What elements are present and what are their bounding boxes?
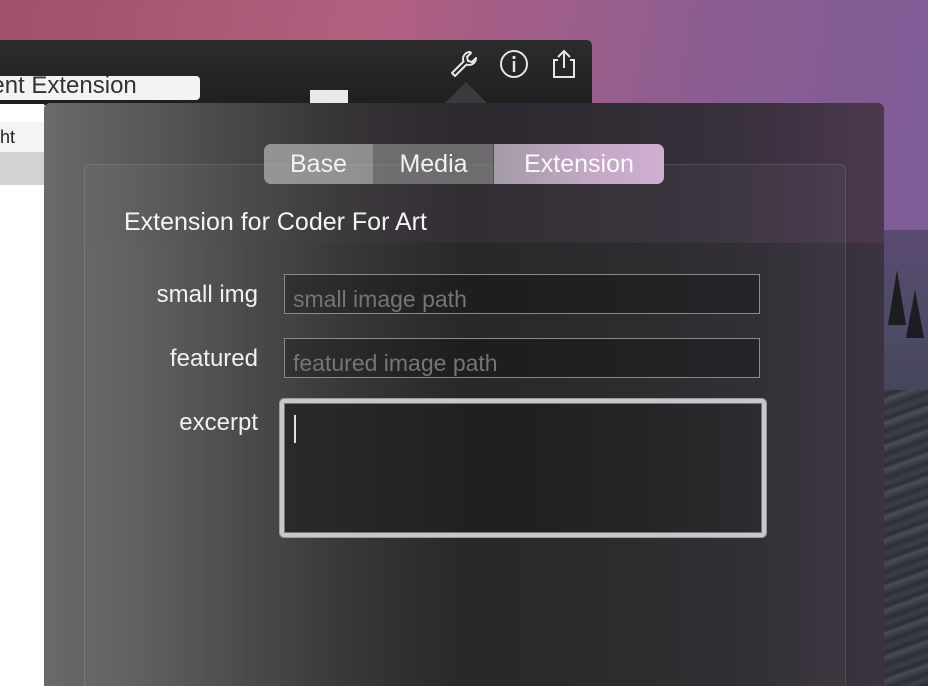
featured-label: featured	[169, 345, 258, 372]
info-icon[interactable]	[498, 48, 530, 80]
excerpt-textarea[interactable]	[280, 399, 766, 537]
popover-arrow	[444, 82, 488, 104]
document-list	[0, 104, 44, 686]
excerpt-label: excerpt	[179, 409, 258, 436]
extension-popover: Base Media Extension Extension for Coder…	[44, 103, 884, 686]
tab-extension[interactable]: Extension	[494, 144, 664, 184]
small-img-label: small img	[156, 281, 258, 308]
small-img-input[interactable]	[284, 274, 760, 314]
text-cursor	[294, 415, 296, 443]
tab-base[interactable]: Base	[264, 144, 374, 184]
featured-input[interactable]	[284, 338, 760, 378]
tab-media[interactable]: Media	[374, 144, 494, 184]
tab-segmented-control: Base Media Extension	[264, 144, 664, 184]
document-title-field[interactable]: ument Extension	[0, 76, 200, 100]
section-title: Extension for Coder For Art	[124, 208, 427, 236]
list-item-selected[interactable]	[0, 152, 44, 185]
window-toolbar: ument Extension	[0, 40, 592, 105]
wrench-icon[interactable]	[448, 48, 480, 80]
toolbar-divider	[310, 90, 348, 104]
tree-silhouette	[888, 270, 906, 325]
document-title-text: ument Extension	[0, 76, 137, 99]
share-icon[interactable]	[548, 48, 580, 80]
list-item[interactable]: ht	[0, 122, 44, 153]
list-item-label: ht	[0, 127, 16, 147]
tree-silhouette	[906, 290, 924, 338]
